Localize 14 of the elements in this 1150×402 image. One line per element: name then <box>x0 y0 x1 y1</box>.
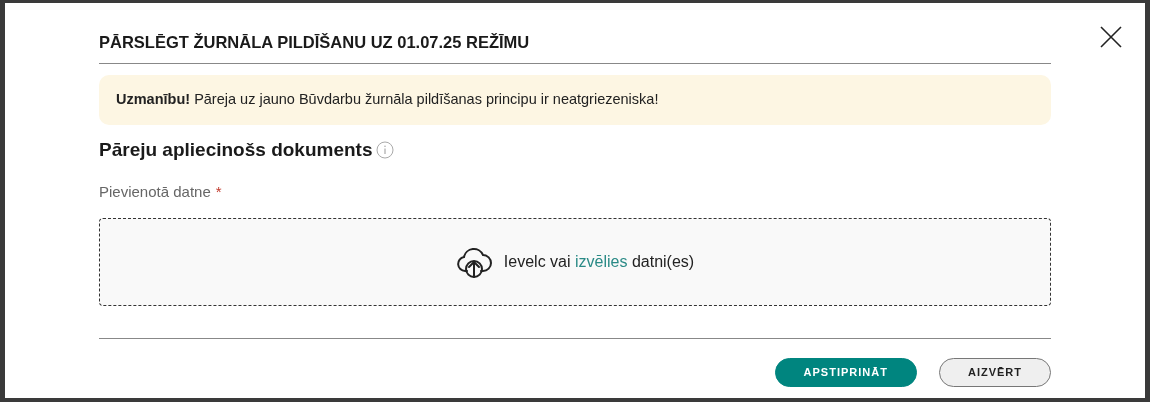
close-icon <box>1100 26 1122 48</box>
confirm-button[interactable]: APSTIPRINĀT <box>774 358 917 387</box>
dropzone-text: Ievelc vai izvēlies datni(es) <box>503 252 695 272</box>
choose-file-link[interactable]: izvēlies <box>575 253 628 270</box>
file-dropzone[interactable]: Ievelc vai izvēlies datni(es) <box>99 218 1051 306</box>
close-button[interactable] <box>1099 25 1123 49</box>
info-icon <box>376 141 395 160</box>
close-dialog-button[interactable]: AIZVĒRT <box>938 358 1051 387</box>
dialog-title: PĀRSLĒGT ŽURNĀLA PILDĪŠANU UZ 01.07.25 REŽĪMU <box>99 32 531 52</box>
required-mark: * <box>215 181 222 202</box>
warning-alert: Uzmanību! Pāreja uz jauno Būvdarbu žurnāla pildīšanas principu ir neatgriezeniska! <box>99 75 1051 125</box>
section-heading: Pāreju apliecinošs dokuments <box>99 138 373 162</box>
field-label: Pievienotā datne <box>99 181 211 202</box>
cloud-upload-icon <box>455 246 492 278</box>
